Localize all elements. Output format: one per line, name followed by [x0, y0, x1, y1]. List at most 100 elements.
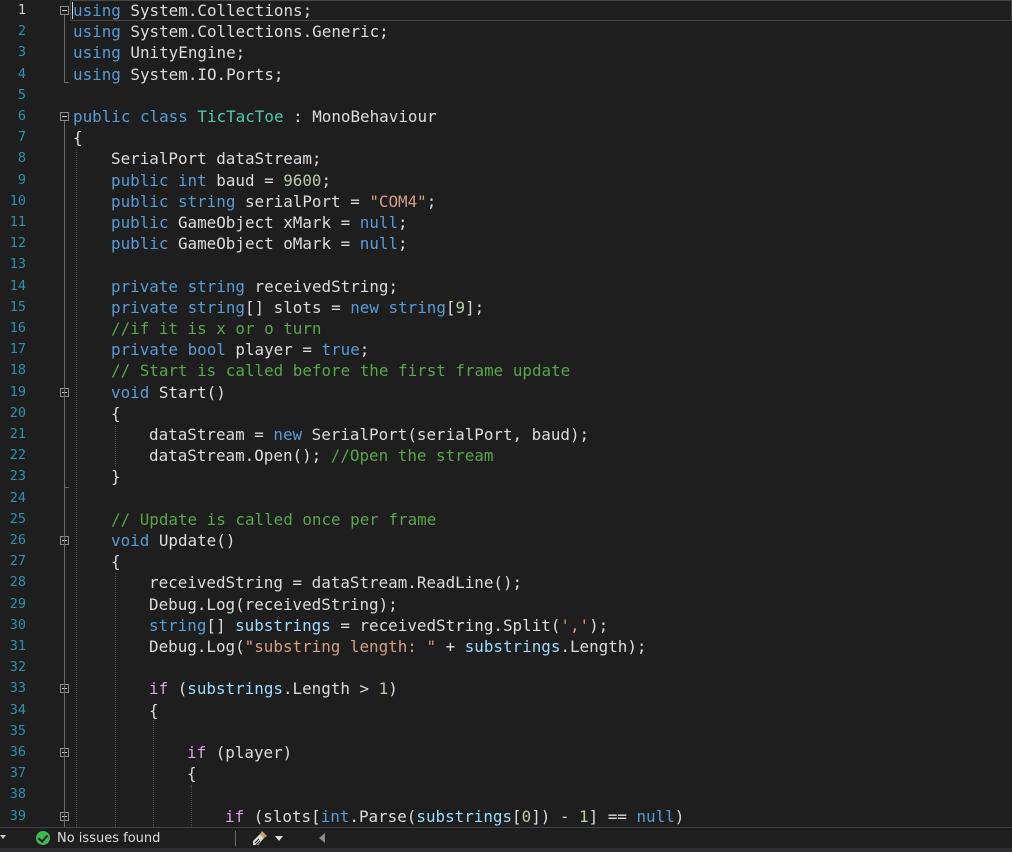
code-token: 1 — [579, 806, 589, 826]
code-token: string — [187, 276, 245, 296]
code-token: true — [321, 340, 360, 360]
code-line[interactable]: using System.Collections; — [73, 0, 312, 21]
code-line[interactable]: public class TicTacToe : MonoBehaviour — [73, 106, 437, 127]
code-token: new — [273, 425, 303, 444]
code-token: GameObject oMark = — [168, 234, 360, 254]
code-token: Debug.Log(receivedString); — [149, 594, 398, 614]
code-token: SerialPort dataStream; — [111, 149, 322, 169]
code-line[interactable]: Debug.Log("substring length: " + substri… — [149, 636, 647, 657]
collapse-icon[interactable] — [60, 6, 69, 15]
code-line[interactable]: string[] substrings = receivedString.Spl… — [149, 615, 608, 636]
code-token: TicTacToe — [197, 107, 284, 126]
code-token: ; — [426, 191, 437, 211]
code-token: : MonoBehaviour — [283, 107, 437, 126]
code-line[interactable]: public GameObject oMark = null; — [111, 233, 408, 254]
code-token: //if it is x or o turn — [111, 319, 322, 338]
scrollbar-track[interactable] — [0, 848, 1012, 852]
code-token: } — [111, 467, 121, 487]
code-token: ) — [674, 806, 685, 826]
code-line[interactable]: public int baud = 9600; — [111, 170, 331, 191]
code-token: System.IO.Ports; — [120, 64, 284, 84]
code-line[interactable]: dataStream = new SerialPort(serialPort, … — [149, 424, 589, 445]
code-token: // Start is called before the first fram… — [111, 361, 571, 381]
code-token: class — [139, 107, 188, 126]
code-line[interactable]: // Update is called once per frame — [111, 509, 436, 530]
code-line[interactable]: if (slots[int.Parse(substrings[0]) - 1] … — [225, 806, 684, 827]
code-line[interactable]: private string[] slots = new string[9]; — [111, 297, 484, 318]
code-token: [] slots = — [244, 297, 351, 317]
code-token: substrings — [464, 637, 561, 656]
code-line[interactable]: public GameObject xMark = null; — [111, 212, 408, 233]
code-line[interactable]: private string receivedString; — [111, 276, 398, 297]
status-bar: No issues found — [0, 827, 1012, 849]
code-line[interactable]: { — [73, 127, 83, 148]
code-line[interactable]: receivedString = dataStream.ReadLine(); — [149, 572, 522, 593]
code-line[interactable]: private bool player = true; — [111, 339, 369, 360]
code-token: receivedString; — [244, 276, 399, 296]
code-line[interactable]: Debug.Log(receivedString); — [149, 594, 398, 615]
code-token: [] — [206, 615, 236, 635]
code-editor[interactable]: 1 2 3 4 5 6 7 8 9 10 11 12 13 14 15 16 17 18 19 20 21 22 23 24 2… — [0, 0, 1012, 827]
line-number: 12 — [9, 235, 26, 252]
line-number: 2 — [17, 23, 26, 40]
line-number: 31 — [9, 638, 26, 654]
line-number: 5 — [17, 86, 26, 103]
code-token: void — [111, 531, 150, 550]
code-line[interactable]: dataStream.Open(); //Open the stream — [149, 445, 493, 466]
code-line[interactable]: // Start is called before the first fram… — [111, 360, 570, 381]
code-line[interactable]: //if it is x or o turn — [111, 318, 321, 339]
code-token: "COM4" — [369, 191, 427, 211]
dropdown-arrow-icon[interactable] — [0, 835, 6, 839]
code-line[interactable]: { — [111, 551, 121, 572]
outline-line — [64, 487, 69, 488]
code-token: ; — [398, 234, 408, 254]
line-number: 35 — [9, 722, 26, 739]
code-token: if — [225, 806, 245, 826]
code-token: using — [73, 1, 121, 20]
code-token: // Update is called once per frame — [111, 509, 437, 529]
code-token: .Parse( — [349, 806, 417, 826]
line-number: 33 — [9, 680, 26, 697]
code-line[interactable]: using System.IO.Ports; — [73, 64, 283, 85]
code-token: dataStream = — [149, 425, 274, 444]
code-line[interactable]: SerialPort dataStream; — [111, 148, 321, 169]
line-number: 21 — [9, 426, 26, 442]
code-token: ( — [168, 679, 188, 699]
code-token: player = — [225, 340, 322, 360]
code-token: substrings — [235, 615, 331, 635]
collapse-icon[interactable] — [60, 112, 69, 121]
code-token: ) — [388, 679, 398, 699]
code-line[interactable]: { — [149, 700, 159, 721]
line-number: 22 — [9, 447, 26, 464]
code-line[interactable]: using UnityEngine; — [73, 42, 245, 63]
line-number: 29 — [9, 595, 26, 612]
code-line[interactable]: void Start() — [111, 382, 226, 403]
scroll-left-icon[interactable] — [319, 833, 325, 843]
code-token: Start() — [149, 382, 226, 402]
code-token: string — [177, 191, 236, 211]
issues-status[interactable]: No issues found — [57, 830, 160, 847]
code-token: ; — [321, 170, 332, 190]
code-token: { — [187, 764, 197, 784]
outline-line — [64, 397, 65, 487]
code-line[interactable]: { — [187, 763, 197, 784]
code-line[interactable]: public string serialPort = "COM4"; — [111, 191, 436, 212]
chevron-down-icon[interactable] — [275, 836, 283, 841]
line-number: 27 — [9, 553, 26, 570]
code-token: dataStream.Open(); — [149, 446, 331, 466]
code-line[interactable]: using System.Collections.Generic; — [73, 21, 389, 42]
code-token: ); — [589, 615, 609, 635]
code-line[interactable]: { — [111, 403, 121, 424]
code-line[interactable]: if (substrings.Length > 1) — [149, 678, 398, 699]
code-line[interactable]: void Update() — [111, 530, 235, 551]
code-line[interactable]: if (player) — [187, 742, 292, 763]
broom-icon[interactable] — [251, 830, 269, 847]
line-number: 15 — [9, 298, 26, 315]
code-line[interactable]: } — [111, 466, 121, 487]
line-number: 18 — [9, 362, 26, 379]
code-token: [ — [512, 806, 522, 826]
indent-guide — [76, 150, 77, 827]
